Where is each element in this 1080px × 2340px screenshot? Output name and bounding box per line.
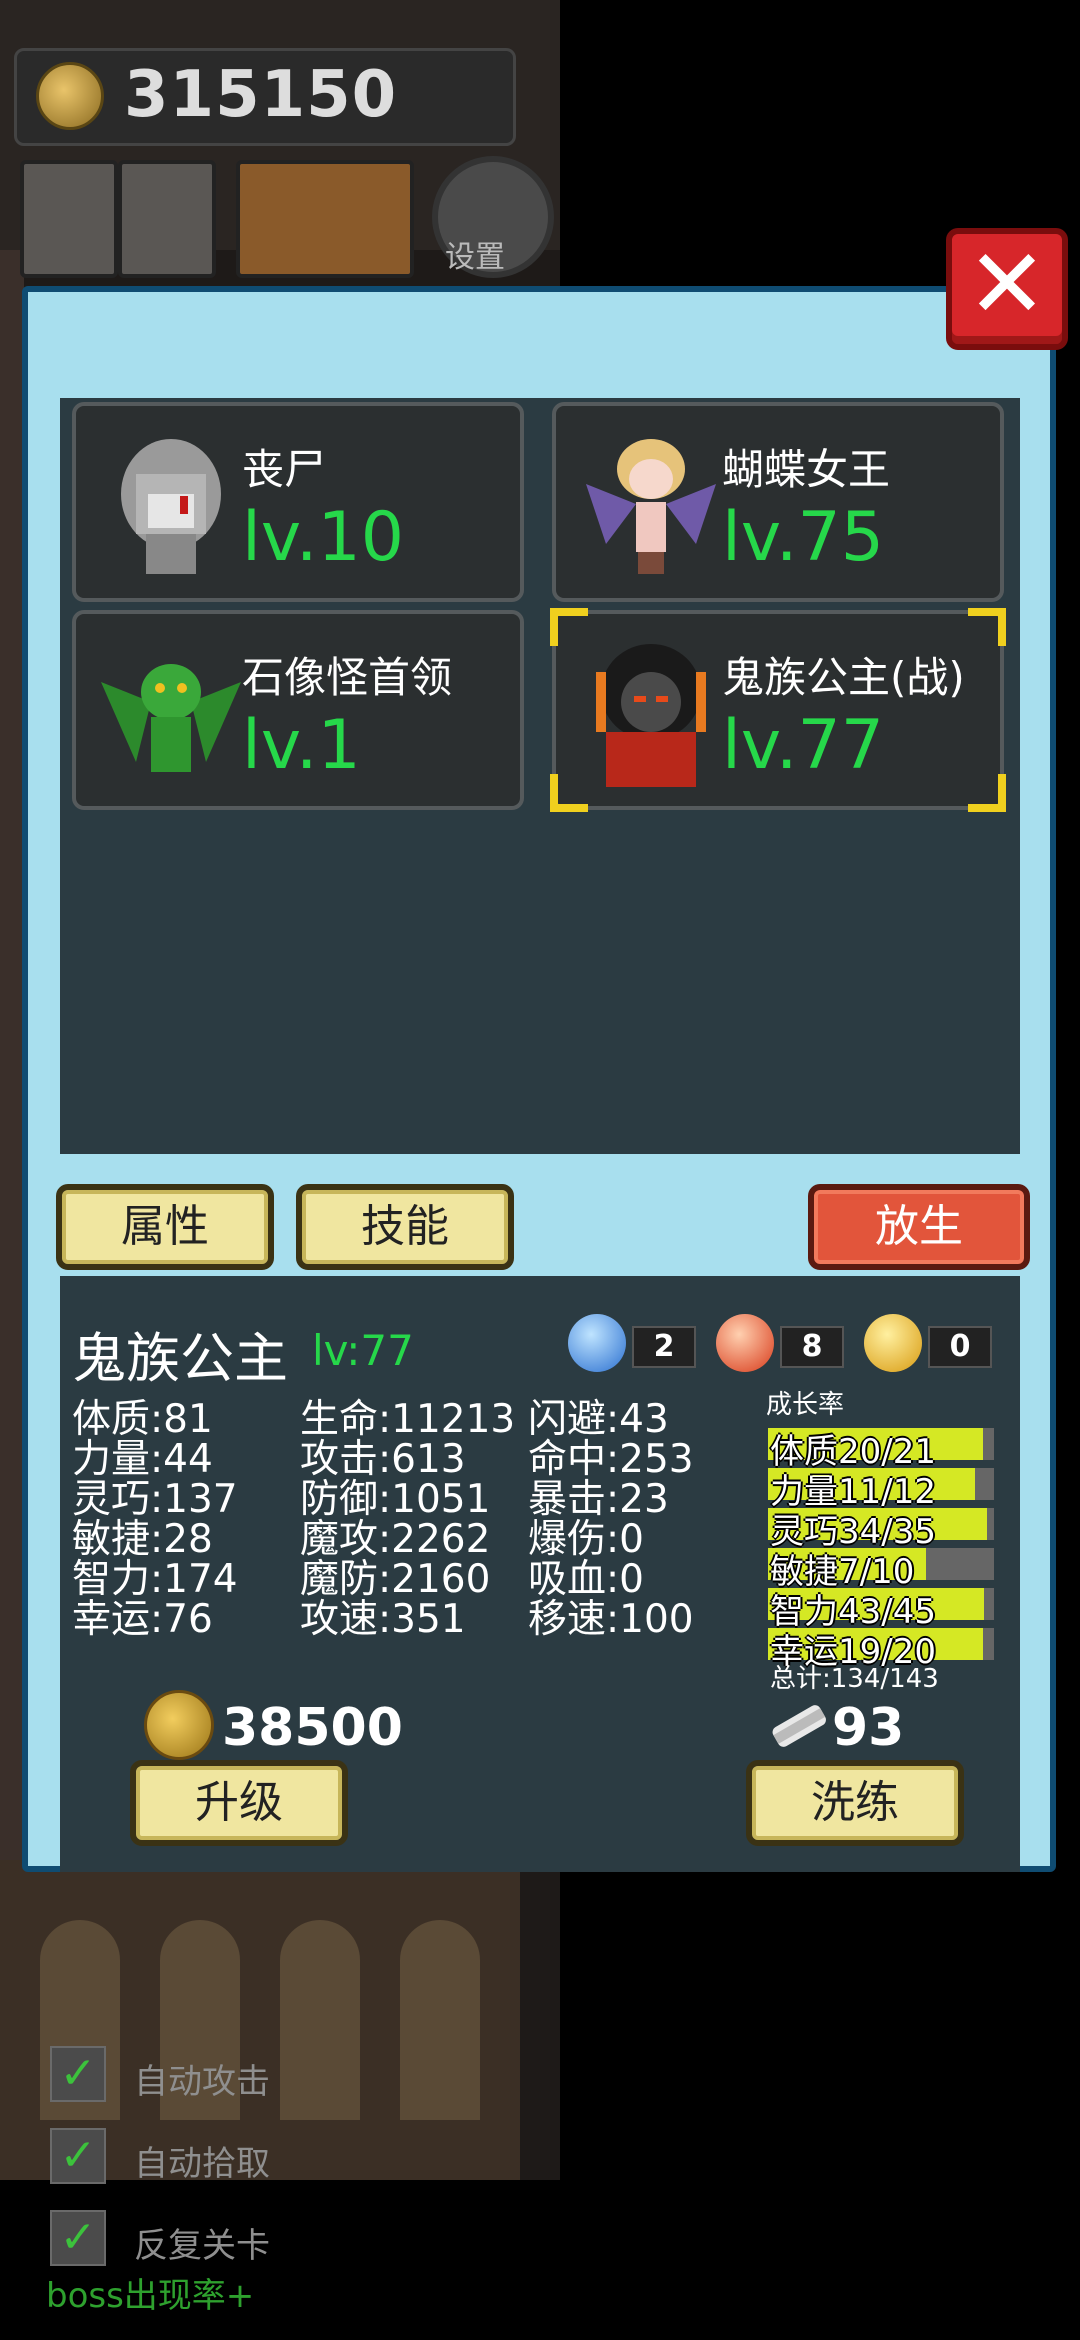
reroll-button[interactable]: 洗练 <box>746 1760 964 1846</box>
growth-bar: 智力43/45 <box>768 1588 994 1632</box>
stat-attack-speed: 攻速:351 <box>300 1597 466 1642</box>
upgrade-button[interactable]: 升级 <box>130 1760 348 1846</box>
butterfly-queen-sprite-icon <box>586 439 716 574</box>
zombie-sprite-icon <box>121 439 221 574</box>
stat-agility: 敏捷:28 <box>72 1517 213 1562</box>
growth-bar: 体质20/21 <box>768 1428 994 1472</box>
lightning-orb-icon <box>864 1314 922 1372</box>
boss-rate-label: boss出现率+ <box>46 2276 255 2316</box>
ghost-icon[interactable] <box>118 160 216 278</box>
tab-attributes[interactable]: 属性 <box>56 1184 274 1270</box>
pet-name: 石像怪首领 <box>242 653 453 702</box>
toggle-label: 反复关卡 <box>134 2226 270 2266</box>
settings-label: 设置 <box>445 240 505 275</box>
scene-left-wall <box>0 250 24 1870</box>
growth-bar: 幸运19/20 <box>768 1628 994 1672</box>
tab-skills[interactable]: 技能 <box>296 1184 514 1270</box>
selection-corner <box>968 608 1006 646</box>
gold-coin-icon <box>144 1690 214 1760</box>
pet-card-zombie[interactable]: 丧尸 lv.10 <box>72 402 524 602</box>
stat-attack: 攻击:613 <box>300 1437 466 1482</box>
detail-pet-level: lv:77 <box>312 1326 414 1375</box>
water-orb-icon <box>568 1314 626 1372</box>
selection-corner <box>968 774 1006 812</box>
arch <box>280 1920 360 2120</box>
gold-coin-icon <box>36 62 104 130</box>
growth-bar: 力量11/12 <box>768 1468 994 1512</box>
scroll-count: 93 <box>832 1698 905 1758</box>
base-stats-column: 体质:81 力量:44 灵巧:137 敏捷:28 智力:174 幸运:76 <box>72 1400 238 1640</box>
checkmark-icon[interactable]: ✓ <box>50 2128 106 2184</box>
pet-level: lv.1 <box>242 706 361 785</box>
toggle-label: 自动攻击 <box>134 2062 270 2102</box>
pet-level: lv.77 <box>722 706 884 785</box>
stat-magic-defense: 魔防:2160 <box>300 1557 491 1602</box>
pet-name: 鬼族公主(战) <box>722 653 965 702</box>
checkmark-icon[interactable]: ✓ <box>50 2210 106 2266</box>
close-button[interactable]: ✕ <box>946 228 1068 350</box>
stat-move-speed: 移速:100 <box>528 1597 694 1642</box>
stat-dexterity: 灵巧:137 <box>72 1477 238 1522</box>
stat-dodge: 闪避:43 <box>528 1397 669 1442</box>
gold-amount: 315150 <box>124 58 398 132</box>
demon-princess-sprite-icon <box>596 644 706 787</box>
scroll-icon <box>772 1705 826 1747</box>
growth-rate-title: 成长率 <box>766 1390 845 1420</box>
stat-strength: 力量:44 <box>72 1437 213 1482</box>
release-button[interactable]: 放生 <box>808 1184 1030 1270</box>
detail-pet-name: 鬼族公主 <box>72 1327 288 1390</box>
toggle-label: 自动拾取 <box>134 2144 270 2184</box>
stat-magic-attack: 魔攻:2262 <box>300 1517 491 1562</box>
pet-level: lv.75 <box>722 498 884 577</box>
stat-defense: 防御:1051 <box>300 1477 491 1522</box>
growth-bar: 灵巧34/35 <box>768 1508 994 1552</box>
stat-intelligence: 智力:174 <box>72 1557 238 1602</box>
growth-total: 总计:134/143 <box>770 1664 939 1694</box>
stat-hp: 生命:11213 <box>300 1397 516 1442</box>
gargoyle-sprite-icon <box>101 664 241 772</box>
stat-crit: 暴击:23 <box>528 1477 669 1522</box>
pet-card-demon-princess[interactable]: 鬼族公主(战) lv.77 <box>550 608 1006 812</box>
selection-corner <box>550 774 588 812</box>
pet-card-gargoyle-boss[interactable]: 石像怪首领 lv.1 <box>72 610 524 810</box>
growth-bar: 敏捷7/10 <box>768 1548 994 1592</box>
fire-orb-count: 8 <box>780 1326 844 1368</box>
pet-card-butterfly-queen[interactable]: 蝴蝶女王 lv.75 <box>552 402 1004 602</box>
upgrade-cost: 38500 <box>222 1698 403 1758</box>
water-orb-count: 2 <box>632 1326 696 1368</box>
quest-list-icon[interactable] <box>20 160 118 278</box>
secondary-stats-column: 闪避:43 命中:253 暴击:23 爆伤:0 吸血:0 移速:100 <box>528 1400 694 1640</box>
stat-lifesteal: 吸血:0 <box>528 1557 644 1602</box>
bag-icon[interactable] <box>236 160 414 278</box>
arch <box>400 1920 480 2120</box>
selection-corner <box>550 608 588 646</box>
pet-name: 丧尸 <box>242 445 327 494</box>
stat-crit-damage: 爆伤:0 <box>528 1517 644 1562</box>
pet-level: lv.10 <box>242 498 404 577</box>
checkmark-icon[interactable]: ✓ <box>50 2046 106 2102</box>
combat-stats-column: 生命:11213 攻击:613 防御:1051 魔攻:2262 魔防:2160 … <box>300 1400 515 1640</box>
lightning-orb-count: 0 <box>928 1326 992 1368</box>
fire-orb-icon <box>716 1314 774 1372</box>
pet-list-panel: 丧尸 lv.10 蝴蝶女王 lv.75 石像怪首领 lv.1 鬼族公主(战) l… <box>60 398 1020 1154</box>
stat-hit: 命中:253 <box>528 1437 694 1482</box>
stat-luck: 幸运:76 <box>72 1597 213 1642</box>
pet-name: 蝴蝶女王 <box>722 445 891 494</box>
stat-constitution: 体质:81 <box>72 1397 213 1442</box>
